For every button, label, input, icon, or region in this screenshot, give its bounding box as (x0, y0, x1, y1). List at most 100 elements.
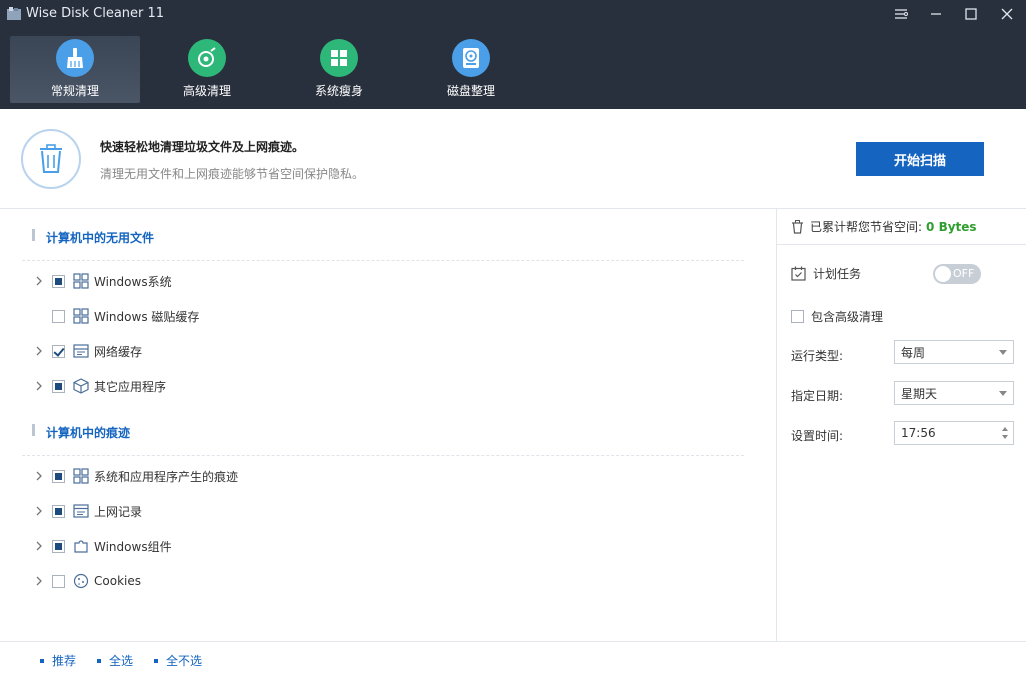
menu-button[interactable] (884, 2, 918, 26)
tab-system-slim-label: 系统瘦身 (314, 84, 363, 98)
defrag-icon (452, 39, 490, 77)
app-logo-icon (7, 7, 21, 20)
chevron-right-icon[interactable] (33, 540, 45, 552)
include-advanced-row[interactable]: 包含高级清理 (791, 308, 883, 325)
windows-tiles-icon (72, 272, 90, 290)
bottom-bar: 推荐 全选 全不选 (0, 641, 1026, 679)
recommend-link[interactable]: 推荐 (40, 652, 76, 669)
item-checkbox[interactable] (52, 574, 65, 588)
include-advanced-label: 包含高级清理 (811, 310, 884, 324)
maximize-button[interactable] (954, 2, 988, 26)
include-advanced-checkbox[interactable] (791, 310, 804, 323)
start-scan-button[interactable]: 开始扫描 (856, 142, 984, 176)
item-label: Windows系统 (94, 274, 172, 289)
broom-icon (56, 39, 94, 77)
tab-disk-defrag[interactable]: 磁盘整理 (406, 36, 536, 103)
chevron-down-icon (999, 391, 1007, 396)
item-checkbox[interactable] (52, 469, 65, 483)
package-icon (72, 377, 90, 395)
cookie-icon (72, 572, 90, 590)
run-type-value: 每周 (901, 345, 926, 360)
minimize-button[interactable] (919, 2, 953, 26)
chevron-right-icon[interactable] (33, 345, 45, 357)
item-label: 系统和应用程序产生的痕迹 (94, 469, 239, 484)
toggle-knob (935, 266, 951, 282)
tab-common-clean-label: 常规清理 (50, 84, 99, 98)
bullet-icon (40, 658, 44, 663)
bullet-icon (154, 658, 158, 663)
section-title-traces: 计算机中的痕迹 (46, 426, 131, 440)
recommend-label: 推荐 (52, 654, 77, 668)
spinner-arrows-icon[interactable] (1000, 424, 1010, 442)
run-type-label: 运行类型: (791, 349, 844, 363)
title-bar: Wise Disk Cleaner 11 (0, 0, 1026, 28)
settings-panel: 已累计帮您节省空间: 0 Bytes 计划任务 OFF 包含高级清理 运行类型:… (776, 209, 1026, 641)
bullet-icon (97, 658, 101, 663)
item-checkbox[interactable] (52, 344, 65, 358)
time-value: 17:56 (901, 426, 936, 440)
item-checkbox[interactable] (52, 274, 65, 288)
intro-panel: 快速轻松地清理垃圾文件及上网痕迹。 清理无用文件和上网痕迹能够节省空间保护隐私。… (0, 109, 1026, 209)
maximize-icon (965, 8, 977, 20)
windows-tiles-icon (72, 307, 90, 325)
select-all-link[interactable]: 全选 (97, 652, 133, 669)
trash-icon (21, 129, 81, 189)
chevron-right-icon[interactable] (33, 470, 45, 482)
windows-tiles-icon (72, 467, 90, 485)
select-none-link[interactable]: 全不选 (154, 652, 202, 669)
chevron-right-icon[interactable] (33, 380, 45, 392)
browser-history-icon (72, 502, 90, 520)
intro-description: 清理无用文件和上网痕迹能够节省空间保护隐私。 (100, 167, 365, 181)
tab-system-slim[interactable]: 系统瘦身 (274, 36, 404, 103)
time-input[interactable]: 17:56 (894, 421, 1014, 445)
list-item[interactable]: Windows 磁贴缓存 (33, 305, 199, 327)
item-label: Cookies (94, 574, 141, 588)
item-label: Windows组件 (94, 539, 172, 554)
tab-advanced-clean-label: 高级清理 (182, 84, 231, 98)
section-marker (32, 229, 35, 241)
select-none-label: 全不选 (166, 654, 203, 668)
select-all-label: 全选 (109, 654, 134, 668)
chevron-right-icon[interactable] (33, 275, 45, 287)
date-value: 星期天 (901, 386, 938, 401)
list-item[interactable]: 上网记录 (33, 500, 142, 522)
schedule-row: 计划任务 (791, 265, 861, 282)
tab-common-clean[interactable]: 常规清理 (10, 36, 140, 103)
item-checkbox[interactable] (52, 504, 65, 518)
close-button[interactable] (990, 2, 1024, 26)
menu-icon (895, 9, 908, 19)
network-cache-icon (72, 342, 90, 360)
list-item[interactable]: Windows系统 (33, 270, 172, 292)
item-checkbox[interactable] (52, 379, 65, 393)
date-select[interactable]: 星期天 (894, 381, 1014, 405)
section-marker (32, 424, 35, 436)
tab-advanced-clean[interactable]: 高级清理 (142, 36, 272, 103)
app-title: Wise Disk Cleaner 11 (26, 6, 165, 21)
saved-space-value: 0 Bytes (926, 219, 977, 234)
puzzle-icon (72, 537, 90, 555)
close-icon (1001, 8, 1013, 20)
item-checkbox[interactable] (52, 309, 65, 323)
list-item[interactable]: 网络缓存 (33, 340, 142, 362)
item-label: 其它应用程序 (94, 379, 167, 394)
saved-space-label: 已累计帮您节省空间: (810, 220, 923, 234)
item-label: 上网记录 (94, 504, 143, 519)
disk-search-icon (188, 39, 226, 77)
list-item[interactable]: 其它应用程序 (33, 375, 166, 397)
run-type-select[interactable]: 每周 (894, 340, 1014, 364)
chevron-right-icon[interactable] (33, 575, 45, 587)
item-label: Windows 磁贴缓存 (94, 309, 200, 324)
tab-disk-defrag-label: 磁盘整理 (446, 84, 495, 98)
list-item[interactable]: Cookies (33, 570, 141, 592)
trash-small-icon (792, 219, 803, 234)
toggle-state: OFF (953, 267, 975, 280)
intro-title: 快速轻松地清理垃圾文件及上网痕迹。 (100, 140, 305, 154)
item-checkbox[interactable] (52, 539, 65, 553)
list-item[interactable]: Windows组件 (33, 535, 172, 557)
chevron-right-icon[interactable] (33, 505, 45, 517)
list-item[interactable]: 系统和应用程序产生的痕迹 (33, 465, 238, 487)
schedule-toggle[interactable]: OFF (933, 264, 981, 284)
section-title-junk-files: 计算机中的无用文件 (46, 231, 155, 245)
schedule-label: 计划任务 (813, 267, 862, 281)
saved-space-row: 已累计帮您节省空间: 0 Bytes (777, 209, 1026, 245)
